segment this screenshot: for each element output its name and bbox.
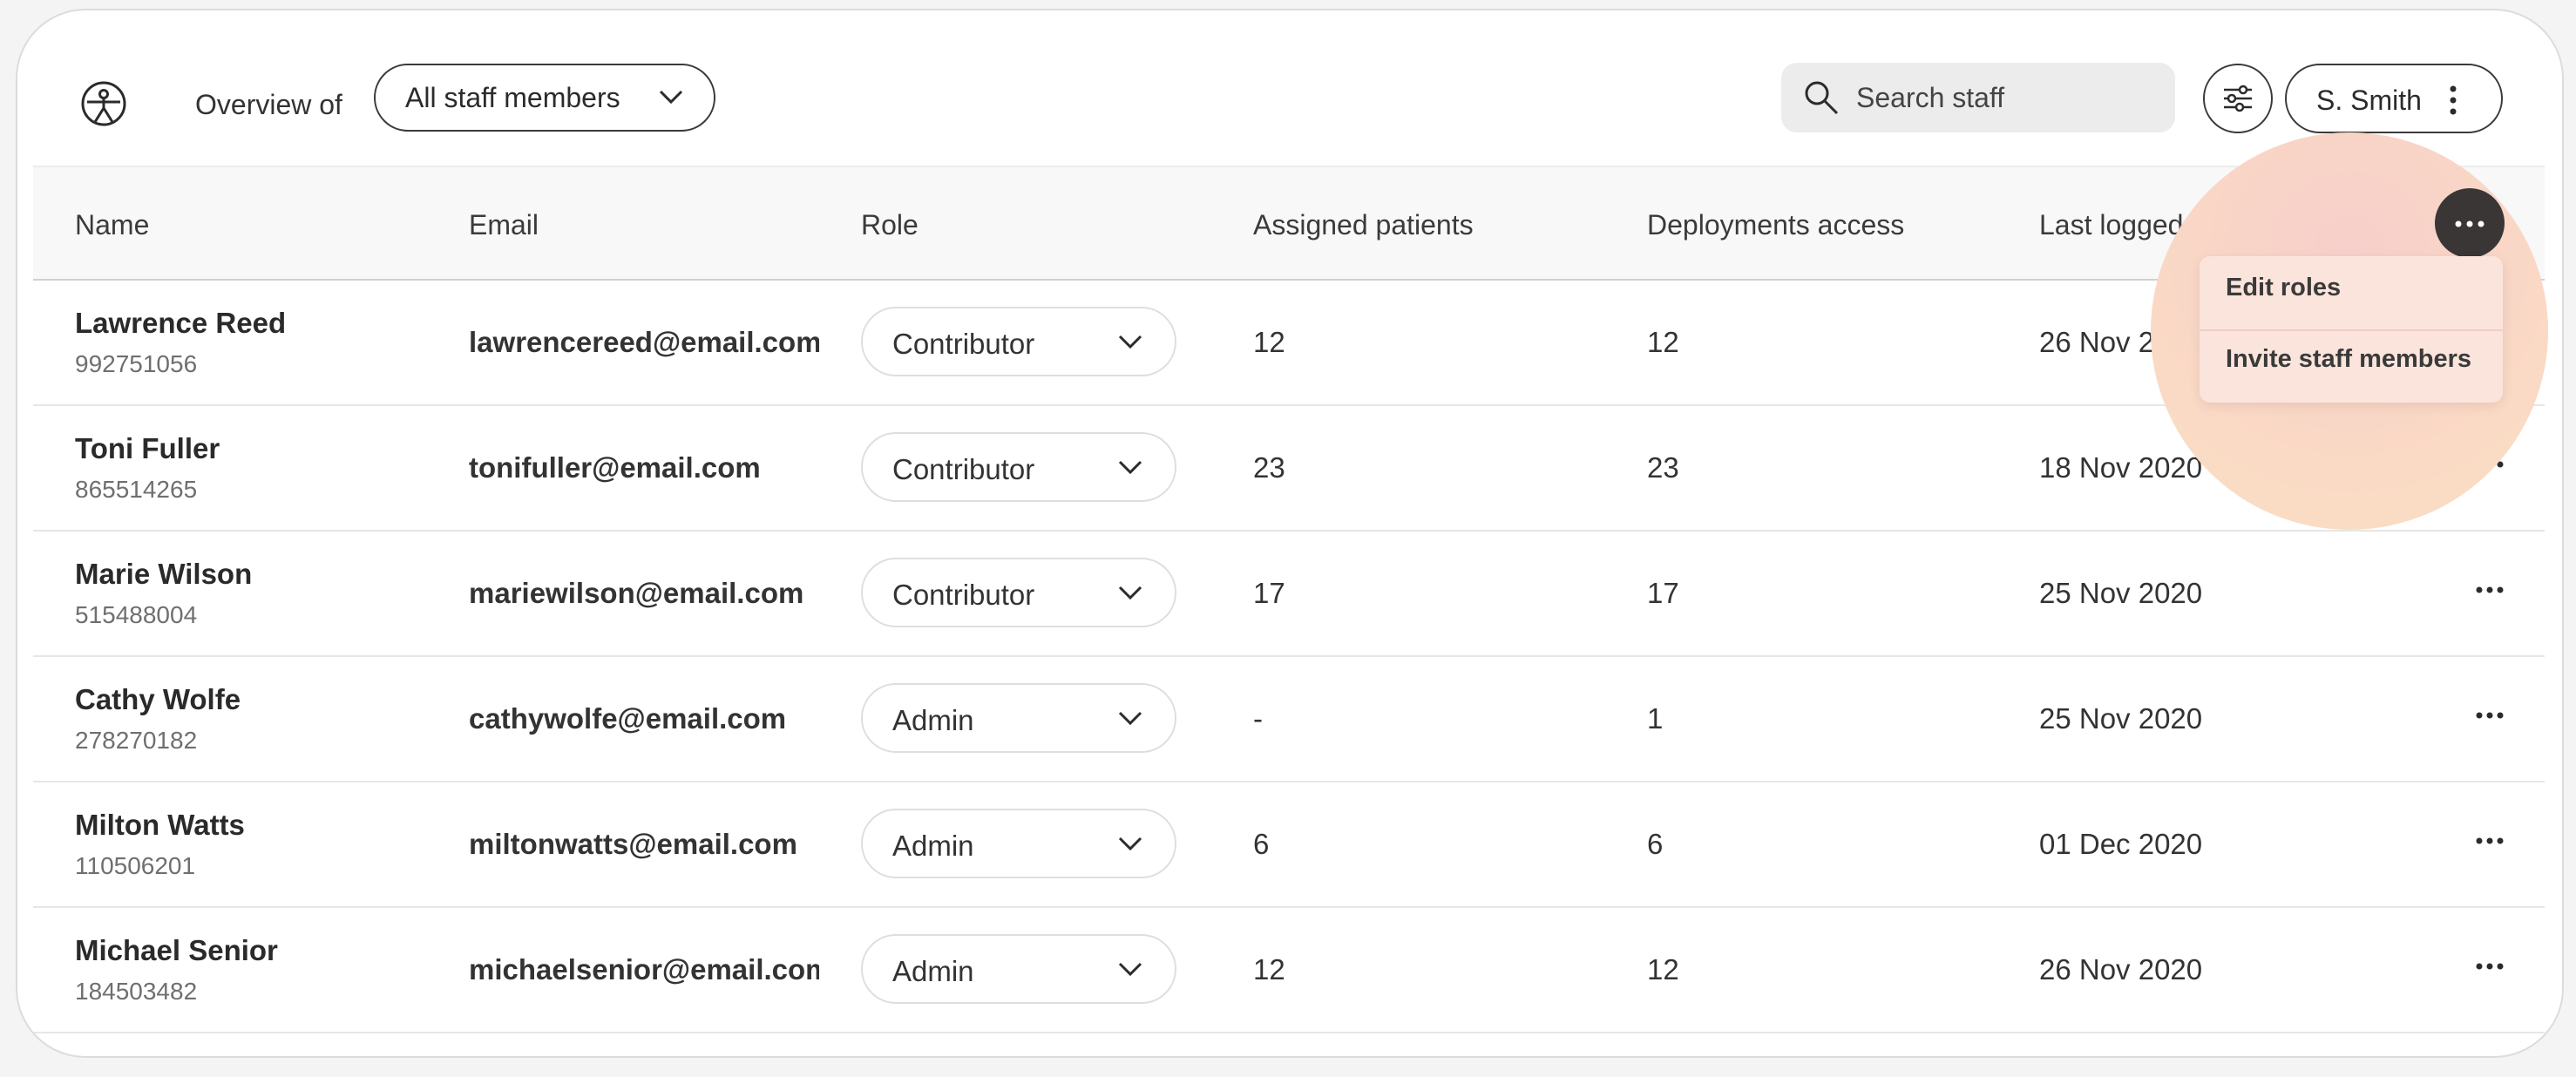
- column-header-role: Role: [861, 209, 919, 240]
- staff-email: cathywolfe@email.com: [469, 702, 787, 735]
- deployments-access: 17: [1647, 577, 1679, 609]
- staff-filter-value: All staff members: [405, 81, 620, 113]
- assigned-patients: 23: [1253, 451, 1285, 484]
- assigned-patients: -: [1253, 702, 1263, 735]
- column-header-deployments-access: Deployments access: [1647, 209, 1905, 240]
- last-logged-in: 01 Dec 2020: [2039, 828, 2203, 860]
- role-value: Admin: [892, 955, 974, 987]
- menu-divider: [2200, 329, 2503, 331]
- menu-item-invite-staff[interactable]: Invite staff members: [2226, 345, 2471, 374]
- role-select[interactable]: Admin: [861, 934, 1176, 1004]
- staff-email: tonifuller@email.com: [469, 451, 761, 484]
- staff-email: michaelsenior@email.com: [469, 953, 819, 986]
- staff-id: 992751056: [75, 350, 198, 377]
- chevron-down-icon: [1118, 586, 1142, 600]
- assigned-patients: 6: [1253, 828, 1270, 860]
- table-row: Marie Wilson 515488004 mariewilson@email…: [33, 530, 2545, 657]
- chevron-down-icon: [1118, 962, 1142, 977]
- kebab-vertical-icon: [2450, 85, 2457, 115]
- user-name: S. Smith: [2316, 85, 2422, 116]
- search-input[interactable]: Search staff: [1781, 63, 2175, 132]
- staff-name: Lawrence Reed: [75, 307, 287, 339]
- top-bar: Overview of All staff members Search sta…: [17, 10, 2562, 166]
- column-header-assigned-patients: Assigned patients: [1253, 209, 1474, 240]
- table-row: Milton Watts 110506201 miltonwatts@email…: [33, 781, 2545, 908]
- role-value: Admin: [892, 704, 974, 736]
- staff-id: 865514265: [75, 476, 198, 503]
- staff-id: 515488004: [75, 601, 198, 628]
- staff-email: miltonwatts@email.com: [469, 828, 797, 860]
- chevron-down-icon: [1118, 460, 1142, 475]
- last-logged-in: 25 Nov 2020: [2039, 702, 2203, 735]
- column-header-email: Email: [469, 209, 539, 240]
- filter-button[interactable]: [2203, 64, 2273, 133]
- search-icon: [1805, 81, 1839, 115]
- menu-item-edit-roles[interactable]: Edit roles: [2226, 274, 2341, 302]
- staff-email: mariewilson@email.com: [469, 577, 804, 609]
- filter-icon: [2224, 85, 2252, 112]
- staff-name: Cathy Wolfe: [75, 683, 241, 715]
- role-select[interactable]: Contributor: [861, 307, 1176, 376]
- role-select[interactable]: Admin: [861, 683, 1176, 753]
- more-horizontal-icon[interactable]: [2475, 962, 2505, 971]
- role-value: Contributor: [892, 579, 1035, 611]
- role-value: Contributor: [892, 328, 1035, 360]
- role-select[interactable]: Contributor: [861, 432, 1176, 502]
- column-header-name: Name: [75, 209, 150, 240]
- assigned-patients: 17: [1253, 577, 1285, 609]
- app-frame: Overview of All staff members Search sta…: [16, 9, 2564, 1058]
- more-horizontal-icon[interactable]: [2475, 586, 2505, 594]
- chevron-down-icon: [1118, 711, 1142, 726]
- table-row: Michael Senior 184503482 michaelsenior@e…: [33, 906, 2545, 1033]
- role-select[interactable]: Contributor: [861, 558, 1176, 627]
- last-logged-in: 18 Nov 2020: [2039, 451, 2203, 484]
- chevron-down-icon: [659, 90, 683, 105]
- staff-id: 278270182: [75, 727, 198, 754]
- staff-id: 110506201: [75, 852, 196, 879]
- more-horizontal-icon[interactable]: [2475, 711, 2505, 720]
- deployments-access: 1: [1647, 702, 1664, 735]
- staff-name: Milton Watts: [75, 809, 245, 841]
- role-value: Admin: [892, 830, 974, 862]
- assigned-patients: 12: [1253, 326, 1285, 358]
- staff-name: Toni Fuller: [75, 432, 220, 464]
- table-row: Cathy Wolfe 278270182 cathywolfe@email.c…: [33, 655, 2545, 782]
- deployments-access: 23: [1647, 451, 1679, 484]
- last-logged-in: 26 Nov 2020: [2039, 953, 2203, 986]
- last-logged-in: 25 Nov 2020: [2039, 577, 2203, 609]
- staff-filter-select[interactable]: All staff members: [374, 64, 715, 132]
- more-horizontal-icon[interactable]: [2475, 837, 2505, 845]
- staff-name: Michael Senior: [75, 934, 278, 966]
- more-horizontal-icon: [2455, 220, 2484, 227]
- deployments-access: 12: [1647, 326, 1679, 358]
- deployments-access: 12: [1647, 953, 1679, 986]
- deployments-access: 6: [1647, 828, 1664, 860]
- table-row: Toni Fuller 865514265 tonifuller@email.c…: [33, 404, 2545, 532]
- chevron-down-icon: [1118, 335, 1142, 349]
- logo-icon[interactable]: [80, 80, 127, 127]
- overview-label: Overview of: [195, 89, 342, 120]
- user-menu-button[interactable]: S. Smith: [2285, 64, 2503, 133]
- chevron-down-icon: [1118, 837, 1142, 851]
- staff-name: Marie Wilson: [75, 558, 253, 590]
- table-actions-button[interactable]: [2435, 188, 2505, 258]
- staff-email: lawrencereed@email.com: [469, 326, 819, 358]
- role-value: Contributor: [892, 453, 1035, 485]
- table-actions-menu: Edit roles Invite staff members: [2200, 256, 2503, 403]
- search-placeholder: Search staff: [1856, 82, 2005, 113]
- staff-id: 184503482: [75, 978, 198, 1005]
- role-select[interactable]: Admin: [861, 809, 1176, 878]
- assigned-patients: 12: [1253, 953, 1285, 986]
